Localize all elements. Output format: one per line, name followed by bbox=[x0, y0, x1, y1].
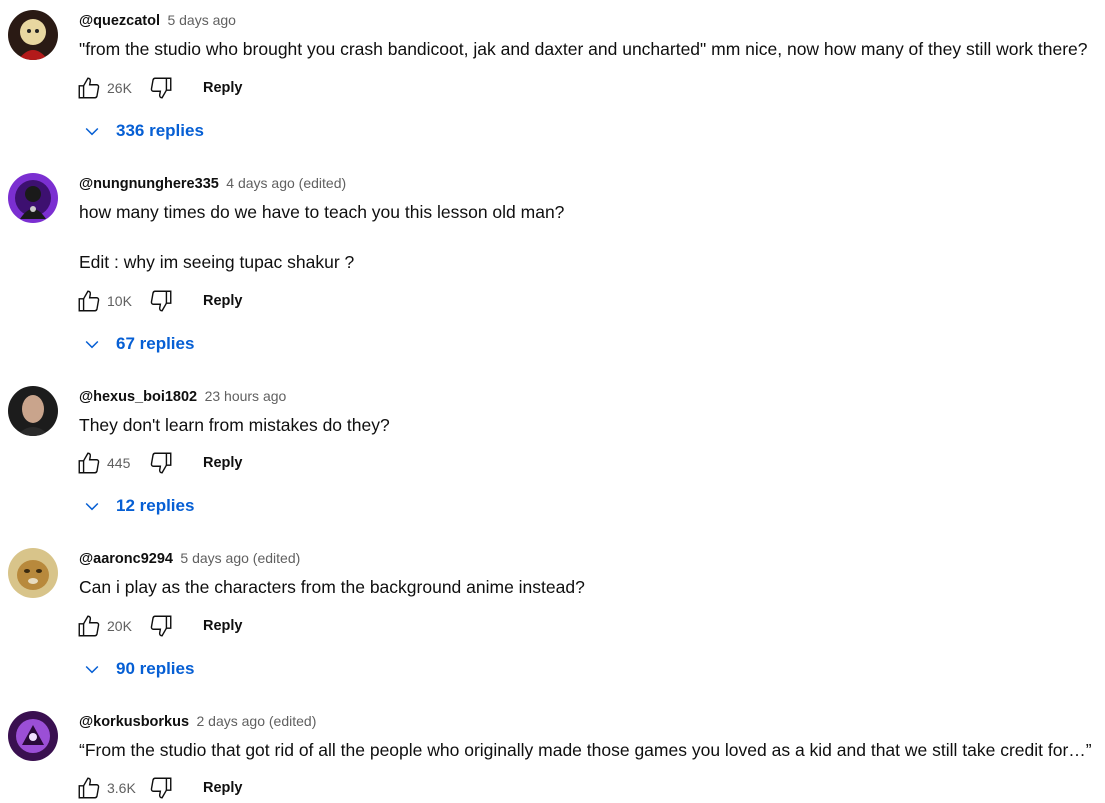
view-replies-button[interactable]: 12 replies bbox=[82, 491, 194, 521]
comment-action-bar: 10K Reply bbox=[75, 286, 243, 316]
author-name[interactable]: @aaronc9294 bbox=[79, 551, 173, 567]
comment-timestamp[interactable]: 5 days ago (edited) bbox=[180, 550, 300, 566]
replies-count-label[interactable]: 12 replies bbox=[116, 496, 194, 516]
view-replies-button[interactable]: 67 replies bbox=[82, 329, 194, 359]
avatar[interactable] bbox=[8, 386, 58, 436]
like-button[interactable] bbox=[75, 449, 103, 477]
dislike-button[interactable] bbox=[147, 774, 175, 802]
comment-header: @korkusborkus 2 days ago (edited) bbox=[79, 711, 1105, 731]
like-count: 20K bbox=[107, 618, 132, 634]
thumbs-down-icon bbox=[150, 615, 172, 637]
comment-text: Can i play as the characters from the ba… bbox=[79, 577, 585, 597]
chevron-down-icon bbox=[85, 340, 99, 349]
like-button[interactable] bbox=[75, 612, 103, 640]
chevron-down-icon bbox=[85, 502, 99, 511]
thumbs-down-icon bbox=[150, 290, 172, 312]
like-count: 10K bbox=[107, 293, 132, 309]
comment-header: @nungnunghere335 4 days ago (edited) bbox=[79, 173, 1105, 193]
author-name[interactable]: @quezcatol bbox=[79, 13, 160, 29]
thumbs-down-icon bbox=[150, 77, 172, 99]
avatar[interactable] bbox=[8, 173, 58, 223]
like-count: 26K bbox=[107, 80, 132, 96]
replies-count-label[interactable]: 90 replies bbox=[116, 659, 194, 679]
avatar[interactable] bbox=[8, 548, 58, 598]
chevron-down-icon bbox=[85, 665, 99, 674]
like-count: 445 bbox=[107, 455, 131, 471]
dislike-button[interactable] bbox=[147, 449, 175, 477]
thumbs-down-icon bbox=[150, 777, 172, 799]
comment-action-bar: 445 Reply bbox=[75, 448, 243, 478]
reply-button[interactable]: Reply bbox=[203, 80, 243, 96]
author-name[interactable]: @hexus_boi1802 bbox=[79, 389, 197, 405]
comment-header: @hexus_boi1802 23 hours ago bbox=[79, 386, 1105, 406]
like-count: 3.6K bbox=[107, 780, 136, 796]
replies-count-label[interactable]: 336 replies bbox=[116, 121, 204, 141]
avatar[interactable] bbox=[8, 10, 58, 60]
comment-text: "from the studio who brought you crash b… bbox=[79, 39, 1088, 59]
comment-body: @quezcatol 5 days ago "from the studio w… bbox=[79, 10, 1105, 61]
chevron-down-icon bbox=[85, 127, 99, 136]
comment-body: @hexus_boi1802 23 hours ago They don't l… bbox=[79, 386, 1105, 437]
like-button[interactable] bbox=[75, 287, 103, 315]
thumbs-up-icon bbox=[78, 290, 100, 312]
dislike-button[interactable] bbox=[147, 287, 175, 315]
comment-body: @nungnunghere335 4 days ago (edited) how… bbox=[79, 173, 1105, 274]
thumbs-up-icon bbox=[78, 452, 100, 474]
like-button[interactable] bbox=[75, 774, 103, 802]
view-replies-button[interactable]: 336 replies bbox=[82, 116, 204, 146]
comment-timestamp[interactable]: 2 days ago (edited) bbox=[197, 713, 317, 729]
avatar[interactable] bbox=[8, 711, 58, 761]
thumbs-down-icon bbox=[150, 452, 172, 474]
reply-button[interactable]: Reply bbox=[203, 618, 243, 634]
comment-text-line: Edit : why im seeing tupac shakur ? bbox=[79, 252, 355, 272]
replies-count-label[interactable]: 67 replies bbox=[116, 334, 194, 354]
reply-button[interactable]: Reply bbox=[203, 780, 243, 796]
author-name[interactable]: @korkusborkus bbox=[79, 714, 189, 730]
comment-timestamp[interactable]: 5 days ago bbox=[167, 12, 236, 28]
comment-header: @aaronc9294 5 days ago (edited) bbox=[79, 548, 1105, 568]
comment-text: “From the studio that got rid of all the… bbox=[79, 740, 1092, 760]
dislike-button[interactable] bbox=[147, 74, 175, 102]
thumbs-up-icon bbox=[78, 777, 100, 799]
reply-button[interactable]: Reply bbox=[203, 455, 243, 471]
comment-action-bar: 26K Reply bbox=[75, 73, 243, 103]
comment-action-bar: 3.6K Reply bbox=[75, 773, 243, 803]
comment-timestamp[interactable]: 23 hours ago bbox=[205, 388, 287, 404]
thumbs-up-icon bbox=[78, 77, 100, 99]
comment-body: @korkusborkus 2 days ago (edited) “From … bbox=[79, 711, 1105, 762]
thumbs-up-icon bbox=[78, 615, 100, 637]
comment-body: @aaronc9294 5 days ago (edited) Can i pl… bbox=[79, 548, 1105, 599]
reply-button[interactable]: Reply bbox=[203, 293, 243, 309]
comment-text: how many times do we have to teach you t… bbox=[79, 202, 565, 222]
dislike-button[interactable] bbox=[147, 612, 175, 640]
comment-header: @quezcatol 5 days ago bbox=[79, 10, 1105, 30]
comment-text: They don't learn from mistakes do they? bbox=[79, 415, 390, 435]
view-replies-button[interactable]: 90 replies bbox=[82, 654, 194, 684]
comment-timestamp[interactable]: 4 days ago (edited) bbox=[226, 175, 346, 191]
like-button[interactable] bbox=[75, 74, 103, 102]
author-name[interactable]: @nungnunghere335 bbox=[79, 176, 219, 192]
comment-action-bar: 20K Reply bbox=[75, 611, 243, 641]
